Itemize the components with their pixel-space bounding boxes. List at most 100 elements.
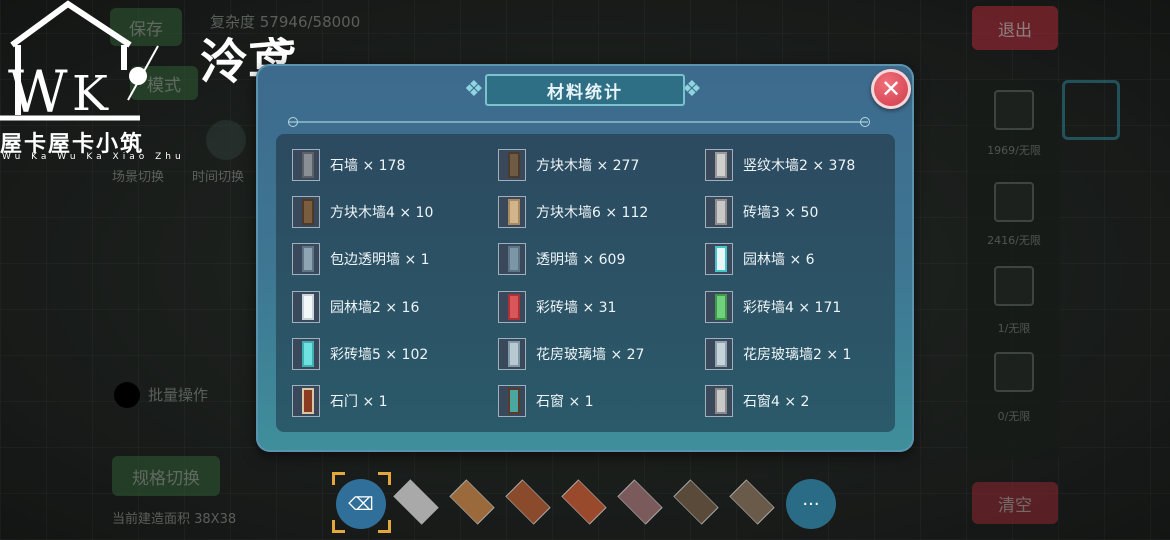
bracket-corner bbox=[332, 472, 345, 485]
material-item: 竖纹木墙2 × 378 bbox=[705, 148, 855, 182]
tile-face bbox=[505, 479, 551, 525]
material-label: 方块木墙4 × 10 bbox=[330, 205, 434, 221]
material-item: 方块木墙4 × 10 bbox=[292, 195, 433, 229]
swatch-fill bbox=[302, 294, 314, 320]
title-divider bbox=[288, 121, 868, 123]
gray-tile-icon[interactable] bbox=[390, 479, 442, 525]
material-swatch-icon bbox=[498, 196, 526, 228]
swatch-fill bbox=[302, 199, 314, 225]
material-item: 砖墙3 × 50 bbox=[705, 195, 818, 229]
material-item: 花房玻璃墙2 × 1 bbox=[705, 337, 851, 371]
tile-face bbox=[393, 479, 439, 525]
material-label: 方块木墙6 × 112 bbox=[536, 205, 649, 221]
material-item: 方块木墙6 × 112 bbox=[498, 195, 648, 229]
tile-icon[interactable] bbox=[726, 479, 778, 525]
dialog-title: 材料统计 bbox=[485, 74, 685, 106]
material-swatch-icon bbox=[705, 196, 733, 228]
material-item: 包边透明墙 × 1 bbox=[292, 242, 430, 276]
tile-face bbox=[617, 479, 663, 525]
material-swatch-icon bbox=[705, 338, 733, 370]
material-swatch-icon bbox=[498, 338, 526, 370]
material-label: 彩砖墙4 × 171 bbox=[743, 300, 842, 316]
tile-icon[interactable] bbox=[670, 479, 722, 525]
material-swatch-icon bbox=[292, 291, 320, 323]
logo-romanized: Wu Ka Wu Ka Xiao Zhu bbox=[2, 152, 185, 162]
material-label: 园林墙 × 6 bbox=[743, 252, 815, 268]
material-label: 竖纹木墙2 × 378 bbox=[743, 158, 856, 174]
material-label: 彩砖墙 × 31 bbox=[536, 300, 617, 316]
tile-icon[interactable] bbox=[446, 479, 498, 525]
tile-icon[interactable] bbox=[558, 479, 610, 525]
tile-icon[interactable] bbox=[502, 479, 554, 525]
tile-face bbox=[673, 479, 719, 525]
material-item: 方块木墙 × 277 bbox=[498, 148, 639, 182]
material-label: 砖墙3 × 50 bbox=[743, 205, 819, 221]
material-swatch-icon bbox=[292, 196, 320, 228]
swatch-fill bbox=[715, 152, 727, 178]
swatch-fill bbox=[715, 388, 727, 414]
swatch-fill bbox=[508, 246, 520, 272]
material-label: 石门 × 1 bbox=[330, 394, 388, 410]
swatch-fill bbox=[302, 246, 314, 272]
title-ornament-left-icon: ❖ bbox=[464, 77, 484, 102]
swatch-fill bbox=[715, 341, 727, 367]
material-swatch-icon bbox=[498, 149, 526, 181]
material-label: 石墙 × 178 bbox=[330, 158, 406, 174]
material-label: 园林墙2 × 16 bbox=[330, 300, 420, 316]
material-label: 石窗 × 1 bbox=[536, 394, 594, 410]
svg-text:W: W bbox=[8, 58, 68, 125]
material-swatch-icon bbox=[498, 243, 526, 275]
material-swatch-icon bbox=[292, 243, 320, 275]
swatch-fill bbox=[302, 341, 314, 367]
material-item: 透明墙 × 609 bbox=[498, 242, 625, 276]
material-label: 包边透明墙 × 1 bbox=[330, 252, 430, 268]
swatch-fill bbox=[302, 388, 314, 414]
svg-text:K: K bbox=[72, 66, 109, 122]
material-item: 花房玻璃墙 × 27 bbox=[498, 337, 644, 371]
swatch-fill bbox=[302, 152, 314, 178]
more-button[interactable]: ··· bbox=[786, 479, 836, 529]
swatch-fill bbox=[508, 294, 520, 320]
swatch-fill bbox=[508, 341, 520, 367]
material-swatch-icon bbox=[705, 291, 733, 323]
swatch-fill bbox=[508, 199, 520, 225]
material-label: 花房玻璃墙2 × 1 bbox=[743, 347, 852, 363]
close-button[interactable]: ✕ bbox=[871, 69, 911, 109]
material-label: 彩砖墙5 × 102 bbox=[330, 347, 429, 363]
tile-face bbox=[561, 479, 607, 525]
divider-ornament-icon bbox=[288, 117, 298, 127]
logo-house-icon: W K bbox=[0, 0, 159, 125]
tile-face bbox=[729, 479, 775, 525]
material-label: 花房玻璃墙 × 27 bbox=[536, 347, 645, 363]
material-item: 彩砖墙 × 31 bbox=[498, 290, 616, 324]
material-label: 透明墙 × 609 bbox=[536, 252, 626, 268]
material-item: 彩砖墙5 × 102 bbox=[292, 337, 428, 371]
eraser-icon[interactable]: ⌫ bbox=[336, 479, 386, 529]
bracket-corner bbox=[378, 520, 391, 533]
material-swatch-icon bbox=[705, 385, 733, 417]
material-item: 石门 × 1 bbox=[292, 384, 388, 418]
material-label: 方块木墙 × 277 bbox=[536, 158, 640, 174]
swatch-fill bbox=[715, 246, 727, 272]
swatch-fill bbox=[715, 199, 727, 225]
material-swatch-icon bbox=[705, 149, 733, 181]
material-label: 石窗4 × 2 bbox=[743, 394, 810, 410]
material-swatch-icon bbox=[292, 149, 320, 181]
material-swatch-icon bbox=[705, 243, 733, 275]
tile-icon[interactable] bbox=[614, 479, 666, 525]
material-swatch-icon bbox=[292, 385, 320, 417]
swatch-fill bbox=[508, 388, 520, 414]
material-swatch-icon bbox=[498, 385, 526, 417]
material-item: 园林墙 × 6 bbox=[705, 242, 815, 276]
material-item: 石墙 × 178 bbox=[292, 148, 405, 182]
material-item: 石窗4 × 2 bbox=[705, 384, 809, 418]
swatch-fill bbox=[715, 294, 727, 320]
material-item: 石窗 × 1 bbox=[498, 384, 594, 418]
swatch-fill bbox=[508, 152, 520, 178]
material-swatch-icon bbox=[498, 291, 526, 323]
material-item: 彩砖墙4 × 171 bbox=[705, 290, 841, 324]
material-swatch-icon bbox=[292, 338, 320, 370]
divider-ornament-icon bbox=[860, 117, 870, 127]
tile-face bbox=[449, 479, 495, 525]
material-item: 园林墙2 × 16 bbox=[292, 290, 419, 324]
